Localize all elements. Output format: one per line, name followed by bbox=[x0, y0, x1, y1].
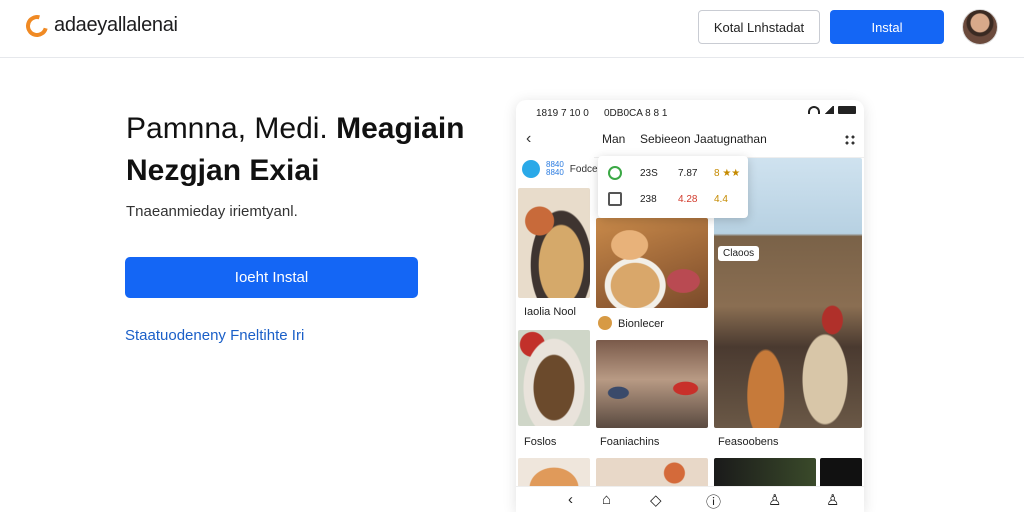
food-photo-5[interactable] bbox=[596, 458, 708, 488]
card-label-right-2: Feasoobens bbox=[718, 436, 779, 448]
refresh-icon bbox=[608, 166, 622, 180]
wifi-icon bbox=[808, 106, 820, 114]
phone-top-bar: Man Sebieeon Jaatugnathan bbox=[594, 122, 864, 158]
top-header: adaeyallalenai Kotal Lnhstadat Instal bbox=[0, 0, 1024, 58]
hero-secondary-link[interactable]: Staatuodeneny Fneltihte Iri bbox=[125, 327, 304, 344]
popup-row2-b: 4.28 bbox=[678, 194, 698, 205]
mini-badge: 8840 8840 bbox=[546, 161, 564, 177]
avatar[interactable] bbox=[962, 9, 998, 45]
food-photo-4[interactable] bbox=[596, 218, 708, 308]
popup-row1-c: 8 ★★ bbox=[714, 168, 741, 179]
phone-top-title: Man bbox=[602, 132, 626, 146]
street-tag: Claoos bbox=[718, 246, 760, 261]
dark-card[interactable] bbox=[820, 458, 862, 488]
install-header-button[interactable]: Instal bbox=[830, 10, 944, 44]
back-arrow-icon[interactable]: ‹ bbox=[526, 130, 531, 148]
rating-popup[interactable]: 23S 7.87 8 ★★ 238 4.28 4.4 bbox=[598, 156, 748, 218]
food-photo-1[interactable] bbox=[518, 188, 590, 298]
status-time: 1819 7 10 0 bbox=[536, 108, 589, 119]
popup-row1-b: 7.87 bbox=[678, 168, 698, 179]
food-photo-6[interactable] bbox=[714, 458, 816, 488]
mini-header: 8840 8840 Fodce bbox=[522, 160, 598, 178]
hero-title: Pamnna, Medi. Meagiain Nezgjan Exiai bbox=[126, 108, 486, 192]
hero-title-bold-2: Nezgjan Exiai bbox=[126, 154, 320, 187]
logo-icon bbox=[21, 10, 53, 41]
logo[interactable]: adaeyallalenai bbox=[21, 10, 178, 41]
popup-row-2: 238 4.28 4.4 bbox=[598, 188, 748, 210]
phone-mockup: 1819 7 10 0 0DB0CA 8 8 1 ‹ 8840 8840 Fodc… bbox=[516, 100, 864, 512]
hero-title-light: Pamnna, Medi. bbox=[126, 112, 328, 145]
card-label-left-2: Foslos bbox=[524, 436, 557, 448]
food-photo-3[interactable] bbox=[518, 458, 590, 488]
phone-bottom-nav: ‹ ⌂ ◇ ⓘ ♙ ♙ bbox=[516, 486, 864, 512]
popup-row1-a: 23S bbox=[640, 168, 658, 179]
hero-subtitle: Tnaeanmieday iriemtyanl. bbox=[126, 203, 298, 220]
status-info: 0DB0CA 8 8 1 bbox=[604, 108, 668, 119]
info-icon[interactable]: ⓘ bbox=[706, 491, 721, 512]
card-label-mid-header: Bionlecer bbox=[618, 318, 664, 330]
hero-title-bold-1: Meagiain bbox=[336, 112, 465, 145]
document-icon bbox=[608, 192, 622, 206]
profile-icon[interactable]: ♙ bbox=[768, 491, 781, 509]
card-label-mid-2: Foaniachins bbox=[600, 436, 660, 448]
logo-text: adaeyallalenai bbox=[54, 14, 178, 36]
reviewer-avatar-icon bbox=[598, 316, 612, 330]
card-label-left-1: Iaolia Nool bbox=[524, 306, 576, 318]
popup-row2-a: 238 bbox=[640, 194, 657, 205]
secondary-header-button[interactable]: Kotal Lnhstadat bbox=[698, 10, 820, 44]
home-icon[interactable]: ⌂ bbox=[602, 491, 611, 508]
app-dot-icon bbox=[522, 160, 540, 178]
tag-icon[interactable]: ◇ bbox=[650, 491, 662, 509]
popup-row-1: 23S 7.87 8 ★★ bbox=[598, 162, 748, 184]
phone-top-subtitle: Sebieeon Jaatugnathan bbox=[640, 132, 767, 146]
hero-install-button[interactable]: Ioeht Instal bbox=[125, 257, 418, 298]
signal-icon bbox=[824, 106, 834, 114]
popup-row2-c: 4.4 bbox=[714, 194, 728, 205]
food-photo-2[interactable] bbox=[518, 330, 590, 426]
battery-icon bbox=[838, 106, 856, 114]
grid-icon[interactable] bbox=[844, 134, 856, 146]
status-icons bbox=[808, 106, 856, 114]
mini-badge-bottom: 8840 bbox=[546, 168, 564, 177]
back-icon[interactable]: ‹ bbox=[568, 491, 573, 508]
mini-label: Fodce bbox=[569, 163, 598, 175]
market-photo[interactable] bbox=[596, 340, 708, 428]
user-icon[interactable]: ♙ bbox=[826, 491, 839, 509]
